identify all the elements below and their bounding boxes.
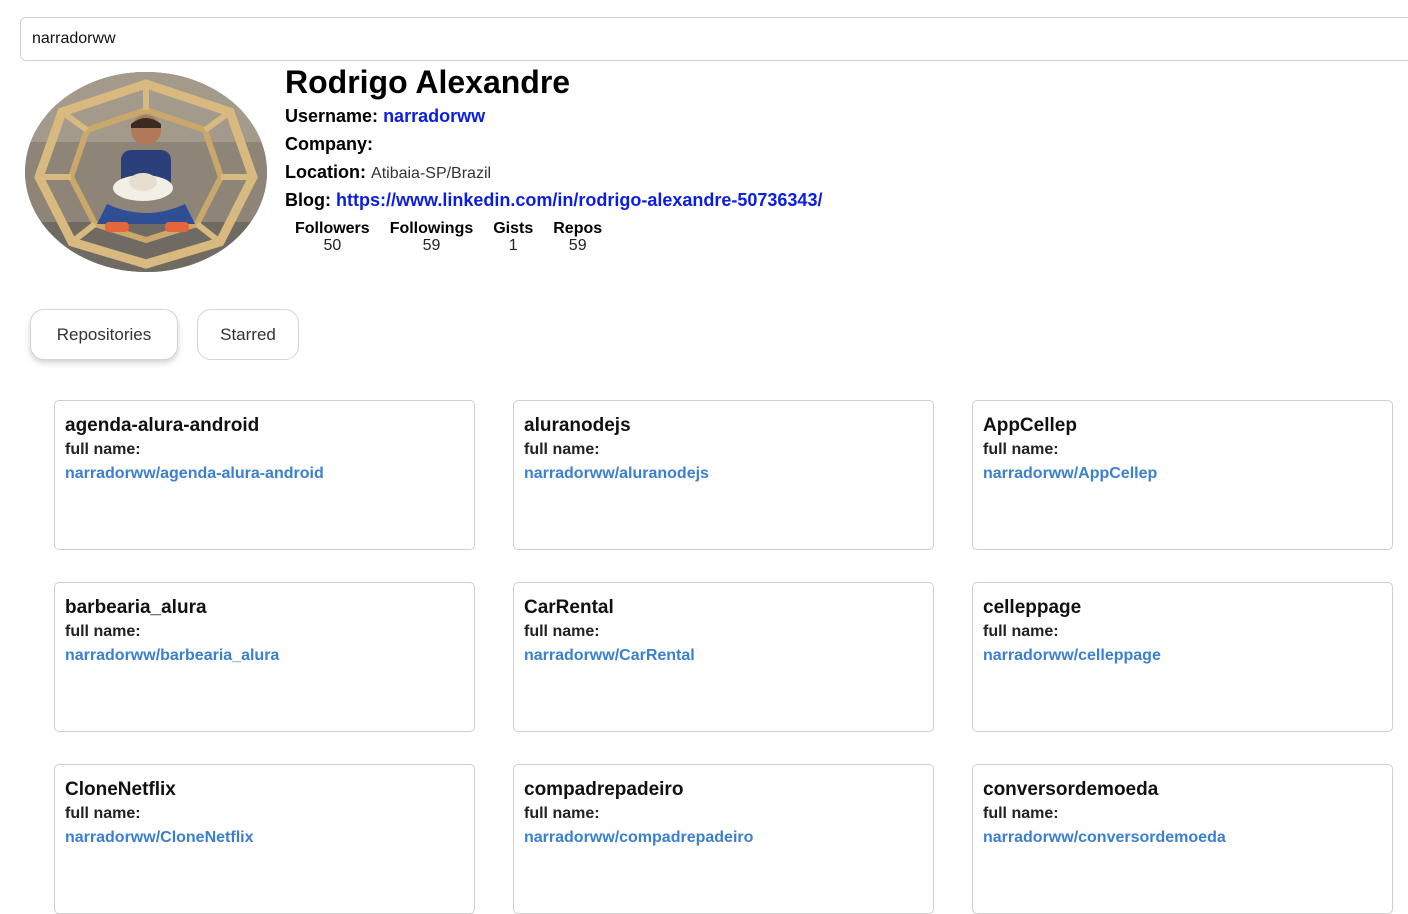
stat-label: Repos bbox=[553, 220, 603, 237]
username-label: Username: bbox=[285, 106, 379, 126]
repo-fullname-label: full name: bbox=[524, 623, 600, 640]
repo-card[interactable]: CloneNetflix full name: narradorww/Clone… bbox=[54, 764, 475, 914]
avatar-photo bbox=[25, 72, 267, 272]
stat-value: 1 bbox=[508, 237, 518, 254]
repo-fullname-label: full name: bbox=[983, 623, 1059, 640]
stat-followers: Followers 50 bbox=[295, 220, 370, 254]
stat-value: 59 bbox=[422, 237, 441, 254]
repo-fullname-label: full name: bbox=[65, 805, 141, 822]
repo-name: AppCellep bbox=[983, 415, 1077, 436]
repo-fullname-link[interactable]: narradorww/barbearia_alura bbox=[65, 647, 464, 665]
repo-fullname-link[interactable]: narradorww/celleppage bbox=[983, 647, 1382, 665]
repo-fullname-label: full name: bbox=[65, 623, 141, 640]
tab-starred[interactable]: Starred bbox=[197, 309, 299, 360]
repo-fullname-label: full name: bbox=[65, 441, 141, 458]
repo-fullname-link[interactable]: narradorww/agenda-alura-android bbox=[65, 465, 464, 483]
stat-value: 59 bbox=[568, 237, 587, 254]
repo-card[interactable]: celleppage full name: narradorww/cellepp… bbox=[972, 582, 1393, 732]
repo-card[interactable]: compadrepadeiro full name: narradorww/co… bbox=[513, 764, 934, 914]
repo-fullname-link[interactable]: narradorww/aluranodejs bbox=[524, 465, 923, 483]
repo-card[interactable]: agenda-alura-android full name: narrador… bbox=[54, 400, 475, 550]
stat-value: 50 bbox=[323, 237, 342, 254]
repo-fullname-label: full name: bbox=[524, 805, 600, 822]
search-input[interactable] bbox=[20, 17, 1408, 61]
repo-fullname-link[interactable]: narradorww/CarRental bbox=[524, 647, 923, 665]
repo-fullname-link[interactable]: narradorww/conversordemoeda bbox=[983, 829, 1382, 847]
stat-label: Followings bbox=[389, 220, 474, 237]
repo-name: compadrepadeiro bbox=[524, 779, 684, 800]
repo-fullname-label: full name: bbox=[524, 441, 600, 458]
repo-name: conversordemoeda bbox=[983, 779, 1159, 800]
stat-repos: Repos 59 bbox=[553, 220, 602, 254]
repo-card[interactable]: aluranodejs full name: narradorww/aluran… bbox=[513, 400, 934, 550]
username-link[interactable]: narradorww bbox=[383, 106, 485, 126]
blog-link[interactable]: https://www.linkedin.com/in/rodrigo-alex… bbox=[336, 190, 822, 210]
repo-card[interactable]: AppCellep full name: narradorww/AppCelle… bbox=[972, 400, 1393, 550]
repo-name: celleppage bbox=[983, 597, 1082, 618]
blog-label: Blog: bbox=[285, 190, 331, 210]
repo-card[interactable]: barbearia_alura full name: narradorww/ba… bbox=[54, 582, 475, 732]
company-row: Company: bbox=[285, 134, 373, 155]
stat-label: Gists bbox=[493, 220, 534, 237]
blog-row: Blog: https://www.linkedin.com/in/rodrig… bbox=[285, 190, 822, 211]
repo-fullname-label: full name: bbox=[983, 805, 1059, 822]
location-label: Location: bbox=[285, 162, 366, 182]
stat-label: Followers bbox=[295, 220, 370, 237]
repo-name: CarRental bbox=[524, 597, 614, 618]
repo-name: agenda-alura-android bbox=[65, 415, 260, 436]
repo-fullname-label: full name: bbox=[983, 441, 1059, 458]
repo-card[interactable]: conversordemoeda full name: narradorww/c… bbox=[972, 764, 1393, 914]
location-row: Location: Atibaia-SP/Brazil bbox=[285, 162, 491, 183]
repo-name: aluranodejs bbox=[524, 415, 631, 436]
avatar bbox=[25, 72, 267, 272]
profile-name: Rodrigo Alexandre bbox=[285, 64, 571, 100]
username-row: Username: narradorww bbox=[285, 106, 485, 127]
location-value: Atibaia-SP/Brazil bbox=[371, 165, 492, 182]
repo-fullname-link[interactable]: narradorww/CloneNetflix bbox=[65, 829, 464, 847]
stat-followings: Followings 59 bbox=[390, 220, 474, 254]
repo-card[interactable]: CarRental full name: narradorww/CarRenta… bbox=[513, 582, 934, 732]
repo-fullname-link[interactable]: narradorww/compadrepadeiro bbox=[524, 829, 923, 847]
repo-fullname-link[interactable]: narradorww/AppCellep bbox=[983, 465, 1382, 483]
stat-gists: Gists 1 bbox=[493, 220, 533, 254]
repo-name: CloneNetflix bbox=[65, 779, 176, 800]
repo-name: barbearia_alura bbox=[65, 597, 207, 618]
profile-stats: Followers 50 Followings 59 Gists 1 Repos… bbox=[295, 220, 602, 254]
company-label: Company: bbox=[285, 134, 374, 154]
tab-repositories[interactable]: Repositories bbox=[30, 309, 178, 360]
